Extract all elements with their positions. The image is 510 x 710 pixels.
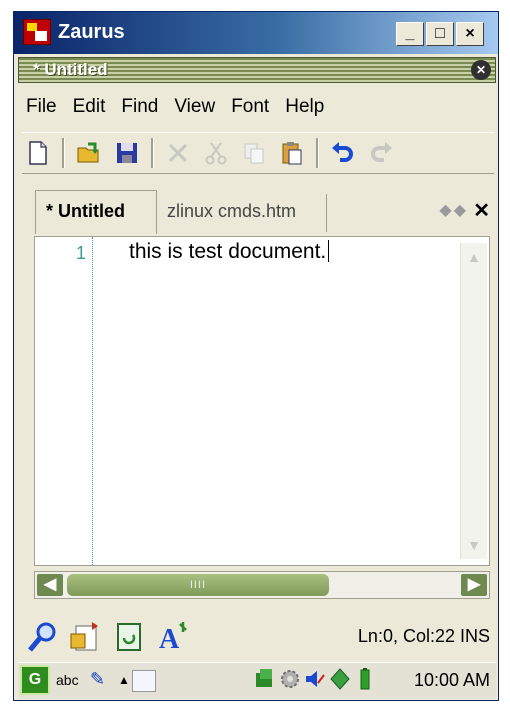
refresh-file-icon[interactable] — [112, 620, 146, 654]
line-number: 1 — [75, 243, 86, 263]
start-button[interactable]: G — [20, 665, 50, 695]
input-method-label[interactable]: abc — [56, 672, 79, 688]
copy-button[interactable] — [238, 137, 270, 169]
tab-untitled[interactable]: * Untitled — [35, 190, 157, 234]
delete-button[interactable] — [162, 137, 194, 169]
input-menu-arrow-icon[interactable]: ▲ — [118, 673, 130, 687]
delete-icon — [168, 143, 188, 163]
redo-icon — [371, 142, 392, 162]
open-button[interactable] — [73, 137, 105, 169]
close-window-button[interactable]: × — [456, 22, 484, 46]
new-document-icon — [29, 141, 47, 165]
svg-text:A: A — [159, 624, 180, 654]
app-logo-icon — [23, 19, 51, 45]
zaurus-window: Zaurus _ □ × * Untitled ✕ File Edit Find… — [13, 11, 499, 701]
tab-bar: * Untitled zlinux cmds.htm ◆◆ ✕ — [22, 190, 494, 234]
magnify-icon[interactable] — [26, 620, 60, 654]
paste-button[interactable] — [276, 137, 308, 169]
paste-icon — [282, 142, 302, 165]
copy-icon — [244, 143, 264, 164]
pen-icon[interactable]: ✎ — [90, 669, 105, 690]
save-icon — [117, 143, 137, 163]
open-folder-icon — [77, 142, 99, 163]
document-close-button[interactable]: ✕ — [471, 60, 491, 80]
menu-file[interactable]: File — [18, 92, 65, 122]
text-editor[interactable]: 1 this is test document. ▲ ▼ — [34, 236, 490, 566]
vertical-scrollbar[interactable]: ▲ ▼ — [460, 243, 487, 559]
volume-icon[interactable] — [304, 667, 326, 691]
line-number-gutter: 1 — [35, 237, 93, 565]
sync-icon[interactable] — [329, 667, 351, 691]
maximize-button[interactable]: □ — [426, 22, 454, 46]
window-title: Zaurus — [58, 21, 125, 43]
system-tray — [254, 667, 376, 691]
settings-gear-icon[interactable] — [279, 667, 301, 691]
toolbar-separator — [151, 138, 154, 168]
menubar: File Edit Find View Font Help — [18, 92, 332, 122]
scroll-left-icon[interactable]: ◀ — [37, 574, 63, 596]
toolbar-separator — [316, 138, 319, 168]
scroll-down-icon[interactable]: ▼ — [462, 533, 486, 557]
font-size-icon[interactable]: A — [156, 620, 190, 654]
clock[interactable]: 10:00 AM — [414, 670, 490, 691]
cursor-position-status: Ln:0, Col:22 INS — [357, 626, 490, 646]
horizontal-scroll-thumb[interactable]: IIII — [67, 574, 329, 596]
new-document-button[interactable] — [22, 137, 54, 169]
redo-button[interactable] — [365, 137, 397, 169]
toolbar — [22, 132, 494, 174]
undo-button[interactable] — [327, 137, 359, 169]
cut-icon — [205, 142, 227, 165]
undo-icon — [332, 142, 353, 162]
menu-help[interactable]: Help — [277, 92, 332, 122]
menu-font[interactable]: Font — [223, 92, 277, 122]
scroll-right-icon[interactable]: ▶ — [461, 574, 487, 596]
document-title: * Untitled — [33, 60, 108, 79]
text-caret — [328, 240, 330, 262]
editor-text-line[interactable]: this is test document. — [129, 240, 330, 264]
tab-scroll-arrows-icon[interactable]: ◆◆ — [439, 200, 468, 220]
menu-edit[interactable]: Edit — [65, 92, 114, 122]
editor-text: this is test document. — [129, 240, 327, 263]
menu-find[interactable]: Find — [113, 92, 166, 122]
tab-close-icon[interactable]: ✕ — [473, 198, 490, 223]
status-bar: A Ln:0, Col:22 INS — [22, 618, 494, 656]
minimize-button[interactable]: _ — [396, 22, 424, 46]
document-titlebar: * Untitled ✕ — [18, 57, 496, 83]
save-button[interactable] — [111, 137, 143, 169]
open-file-icon[interactable] — [68, 620, 102, 654]
battery-icon[interactable] — [354, 667, 376, 691]
toolbar-separator — [62, 138, 65, 168]
horizontal-scrollbar[interactable]: ◀ IIII ▶ — [34, 571, 490, 599]
tab-zlinux-cmds[interactable]: zlinux cmds.htm — [159, 194, 327, 232]
keyboard-icon[interactable] — [132, 670, 156, 692]
menu-view[interactable]: View — [166, 92, 223, 122]
taskbar: G abc ✎ ▲ 10:00 AM — [18, 662, 496, 699]
network-icon[interactable] — [254, 667, 276, 691]
cut-button[interactable] — [200, 137, 232, 169]
window-titlebar[interactable]: Zaurus _ □ × — [14, 12, 498, 54]
scroll-up-icon[interactable]: ▲ — [462, 245, 486, 269]
